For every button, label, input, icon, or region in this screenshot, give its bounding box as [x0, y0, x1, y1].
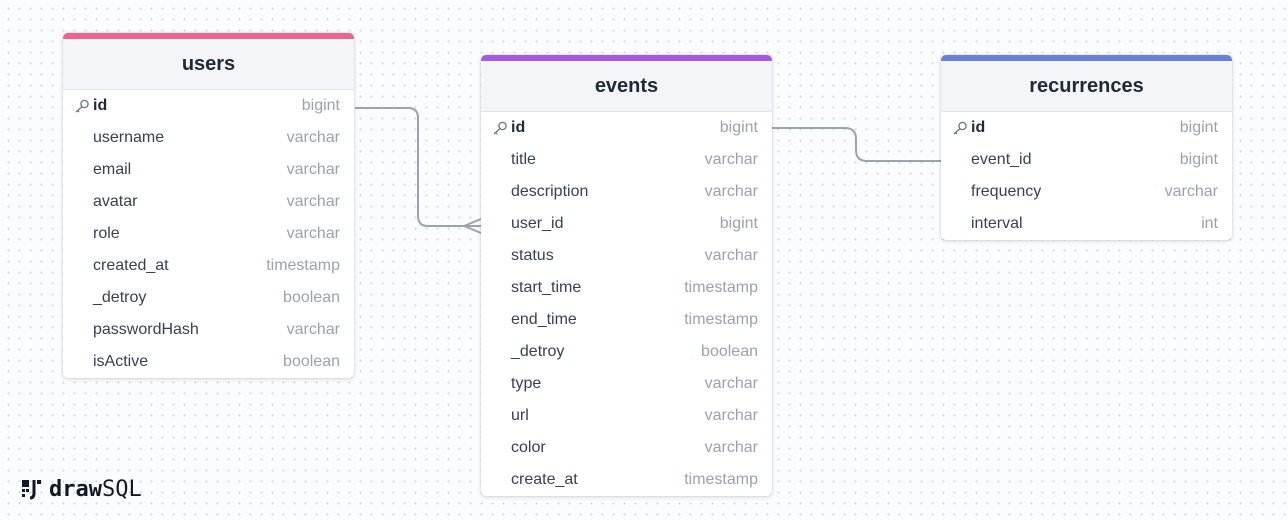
column-name: start_time — [511, 279, 582, 296]
crowfoot-many-icon — [463, 218, 482, 234]
column-row[interactable]: interval int — [941, 208, 1232, 240]
column-list: id bigint title varchar description varchar us… — [481, 112, 772, 496]
column-row[interactable]: color varchar — [481, 432, 772, 464]
column-row[interactable]: frequency varchar — [941, 176, 1232, 208]
column-row[interactable]: user_id bigint — [481, 208, 772, 240]
column-type: varchar — [704, 183, 758, 200]
column-row[interactable]: url varchar — [481, 400, 772, 432]
key-icon — [953, 121, 967, 135]
table-events[interactable]: events id bigint title varchar description va… — [481, 55, 772, 496]
column-name: event_id — [971, 151, 1032, 168]
column-row[interactable]: id bigint — [63, 90, 354, 122]
column-name: role — [93, 225, 120, 242]
column-name: _detroy — [93, 289, 147, 306]
column-type: int — [1201, 215, 1218, 232]
relation-users-events[interactable] — [355, 107, 481, 227]
column-name: email — [93, 161, 132, 178]
table-title[interactable]: events — [481, 61, 772, 112]
column-type: timestamp — [266, 257, 340, 274]
column-name: isActive — [93, 353, 149, 370]
column-name: passwordHash — [93, 321, 199, 338]
column-row[interactable]: _detroy boolean — [481, 336, 772, 368]
column-type: varchar — [286, 193, 340, 210]
column-type: varchar — [704, 247, 758, 264]
column-type: bigint — [719, 119, 758, 136]
column-row[interactable]: event_id bigint — [941, 144, 1232, 176]
column-list: id bigint event_id bigint frequency varchar in… — [941, 112, 1232, 240]
column-type: boolean — [283, 289, 340, 306]
column-type: varchar — [704, 439, 758, 456]
column-name: username — [93, 129, 165, 146]
column-name: interval — [971, 215, 1023, 232]
column-type: varchar — [286, 225, 340, 242]
column-type: bigint — [719, 215, 758, 232]
column-type: boolean — [701, 343, 758, 360]
column-row[interactable]: created_at timestamp — [63, 250, 354, 282]
column-row[interactable]: isActive boolean — [63, 346, 354, 378]
column-row[interactable]: create_at timestamp — [481, 464, 772, 496]
column-row[interactable]: email varchar — [63, 154, 354, 186]
column-type: varchar — [1164, 183, 1218, 200]
column-type: varchar — [286, 321, 340, 338]
column-name: frequency — [971, 183, 1042, 200]
column-type: bigint — [1179, 119, 1218, 136]
column-row[interactable]: status varchar — [481, 240, 772, 272]
column-name: id — [971, 119, 986, 136]
column-row[interactable]: description varchar — [481, 176, 772, 208]
column-row[interactable]: id bigint — [941, 112, 1232, 144]
column-name: status — [511, 247, 554, 264]
column-type: varchar — [704, 407, 758, 424]
column-row[interactable]: role varchar — [63, 218, 354, 250]
drawsql-logo-icon — [22, 480, 41, 500]
column-type: timestamp — [684, 279, 758, 296]
column-name: user_id — [511, 215, 564, 232]
column-row[interactable]: _detroy boolean — [63, 282, 354, 314]
column-name: created_at — [93, 257, 169, 274]
column-row[interactable]: id bigint — [481, 112, 772, 144]
column-type: bigint — [301, 97, 340, 114]
column-name: title — [511, 151, 536, 168]
column-name: id — [511, 119, 526, 136]
column-name: create_at — [511, 471, 578, 488]
column-list: id bigint username varchar email varchar avata… — [63, 90, 354, 378]
column-name: _detroy — [511, 343, 565, 360]
logo-text-sql: SQL — [101, 476, 142, 502]
key-icon — [75, 99, 89, 113]
column-row[interactable]: type varchar — [481, 368, 772, 400]
column-name: type — [511, 375, 542, 392]
column-name: avatar — [93, 193, 138, 210]
column-name: url — [511, 407, 529, 424]
column-type: varchar — [704, 151, 758, 168]
column-name: end_time — [511, 311, 577, 328]
column-row[interactable]: username varchar — [63, 122, 354, 154]
drawsql-logo[interactable]: draw SQL — [20, 474, 142, 504]
column-type: timestamp — [684, 471, 758, 488]
column-name: description — [511, 183, 589, 200]
key-icon — [493, 121, 507, 135]
column-type: varchar — [286, 129, 340, 146]
column-type: varchar — [286, 161, 340, 178]
column-name: id — [93, 97, 108, 114]
column-type: timestamp — [684, 311, 758, 328]
column-row[interactable]: start_time timestamp — [481, 272, 772, 304]
column-name: color — [511, 439, 546, 456]
table-users[interactable]: users id bigint username varchar email varcha… — [63, 33, 354, 378]
table-title[interactable]: recurrences — [941, 61, 1232, 112]
column-type: bigint — [1179, 151, 1218, 168]
logo-text-draw: draw — [49, 476, 102, 502]
table-title[interactable]: users — [63, 39, 354, 90]
column-row[interactable]: title varchar — [481, 144, 772, 176]
column-row[interactable]: end_time timestamp — [481, 304, 772, 336]
column-row[interactable]: passwordHash varchar — [63, 314, 354, 346]
relation-events-recurrences[interactable] — [772, 127, 941, 162]
column-type: varchar — [704, 375, 758, 392]
column-type: boolean — [283, 353, 340, 370]
table-recurrences[interactable]: recurrences id bigint event_id bigint freque… — [941, 55, 1232, 240]
column-row[interactable]: avatar varchar — [63, 186, 354, 218]
